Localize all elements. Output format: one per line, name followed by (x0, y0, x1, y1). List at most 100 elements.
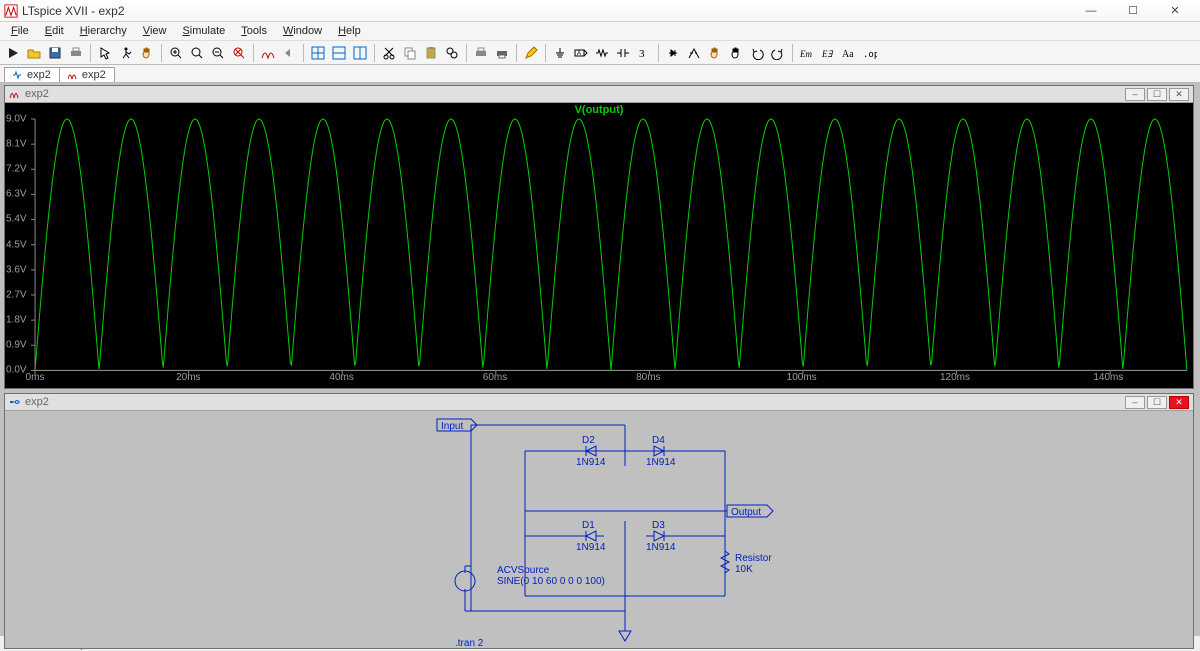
schematic-window: exp2 – ☐ ✕ InputD21N914D41N914D11N914D31… (4, 393, 1194, 649)
toolbar-separator (516, 44, 517, 62)
undo-icon[interactable] (748, 44, 766, 62)
zoom-area-icon[interactable] (188, 44, 206, 62)
x-tick-label: 40ms (329, 372, 353, 383)
waveform-window-titlebar[interactable]: exp2 – ☐ ✕ (5, 86, 1193, 103)
zoom-fit-icon[interactable] (230, 44, 248, 62)
pencil-icon[interactable] (522, 44, 540, 62)
child-close-button[interactable]: ✕ (1169, 88, 1189, 101)
menu-help[interactable]: Help (331, 24, 368, 38)
autoscale-icon[interactable] (259, 44, 277, 62)
menu-tools[interactable]: Tools (234, 24, 274, 38)
schematic-icon (9, 396, 21, 408)
trace-voutput[interactable] (35, 119, 1187, 370)
vsource-name: ACVSource (497, 565, 550, 576)
diode-icon[interactable] (664, 44, 682, 62)
x-tick-label: 20ms (176, 372, 200, 383)
find-icon[interactable] (443, 44, 461, 62)
ground-symbol[interactable] (619, 611, 631, 641)
print-icon[interactable] (67, 44, 85, 62)
menu-edit[interactable]: Edit (38, 24, 71, 38)
save-icon[interactable] (46, 44, 64, 62)
menu-hierarchy[interactable]: Hierarchy (73, 24, 134, 38)
menu-simulate[interactable]: Simulate (175, 24, 232, 38)
toolbar-separator (792, 44, 793, 62)
schematic-icon (13, 70, 23, 80)
svg-text:Input: Input (441, 421, 463, 432)
move-icon[interactable] (706, 44, 724, 62)
document-tab-wfm[interactable]: exp2 (59, 67, 115, 82)
document-tab-sch[interactable]: exp2 (4, 67, 60, 82)
tile-v-icon[interactable] (351, 44, 369, 62)
paste-icon[interactable] (422, 44, 440, 62)
waveform-window-title: exp2 (25, 88, 1125, 100)
resistor-name: Resistor (735, 553, 772, 564)
diode-ref-D4: D4 (652, 435, 665, 446)
minimize-button[interactable]: — (1070, 0, 1112, 22)
zoom-in-icon[interactable] (167, 44, 185, 62)
toolbar: A 3 Em E∃Aa .op (0, 41, 1200, 65)
child-minimize-button[interactable]: – (1125, 88, 1145, 101)
drag-icon[interactable] (727, 44, 745, 62)
svg-text:.op: .op (863, 50, 877, 60)
netlabel-output[interactable]: Output (727, 505, 773, 518)
menu-window[interactable]: Window (276, 24, 329, 38)
pan-icon[interactable] (138, 44, 156, 62)
maximize-button[interactable]: ☐ (1112, 0, 1154, 22)
printer-icon[interactable] (493, 44, 511, 62)
child-close-button[interactable]: ✕ (1169, 396, 1189, 409)
copy-icon[interactable] (401, 44, 419, 62)
spice-directive-icon[interactable]: .op (861, 44, 879, 62)
pick-icon[interactable] (96, 44, 114, 62)
back-icon[interactable] (280, 44, 298, 62)
x-tick-label: 80ms (636, 372, 660, 383)
diode-model-D1: 1N914 (576, 542, 606, 553)
tile-h-icon[interactable] (330, 44, 348, 62)
ground-icon[interactable] (551, 44, 569, 62)
diode-model-D3: 1N914 (646, 542, 676, 553)
open-icon[interactable] (25, 44, 43, 62)
resistor[interactable]: Resistor10K (721, 551, 772, 596)
toolbar-separator (466, 44, 467, 62)
inductor-icon[interactable]: 3 (635, 44, 653, 62)
diode-ref-D1: D1 (582, 520, 595, 531)
voltage-source[interactable]: ACVSourceSINE(0 10 60 0 0 0 100) (455, 425, 605, 611)
waveform-canvas[interactable] (5, 103, 1193, 388)
menu-bar: FileEditHierarchyViewSimulateToolsWindow… (0, 22, 1200, 41)
diode-model-D2: 1N914 (576, 457, 606, 468)
toolbar-separator (253, 44, 254, 62)
schematic-window-titlebar[interactable]: exp2 – ☐ ✕ (5, 394, 1193, 411)
capacitor-icon[interactable] (614, 44, 632, 62)
diode-D1[interactable]: D1 1N914 (576, 520, 606, 553)
child-maximize-button[interactable]: ☐ (1147, 88, 1167, 101)
mirror-icon[interactable]: E∃ (819, 44, 837, 62)
x-tick-label: 120ms (940, 372, 970, 383)
diode-D3[interactable]: D3 1N914 (646, 520, 676, 553)
toolbar-separator (303, 44, 304, 62)
child-maximize-button[interactable]: ☐ (1147, 396, 1167, 409)
close-button[interactable]: ✕ (1154, 0, 1196, 22)
svg-text:3: 3 (639, 48, 645, 60)
menu-file[interactable]: File (4, 24, 36, 38)
svg-text:Output: Output (731, 507, 761, 518)
menu-view[interactable]: View (136, 24, 174, 38)
redo-icon[interactable] (769, 44, 787, 62)
tile-windows-icon[interactable] (309, 44, 327, 62)
diode-ref-D3: D3 (652, 520, 665, 531)
window-title: LTspice XVII - exp2 (22, 4, 1070, 18)
toolbar-separator (658, 44, 659, 62)
resistor-icon[interactable] (593, 44, 611, 62)
label-net-icon[interactable]: A (572, 44, 590, 62)
waveform-plot-area[interactable]: V(output) 0.0V0.9V1.8V2.7V3.6V4.5V5.4V6.… (5, 103, 1193, 388)
component-icon[interactable] (685, 44, 703, 62)
x-tick-label: 0ms (26, 372, 45, 383)
print-setup-icon[interactable] (472, 44, 490, 62)
run-icon[interactable] (4, 44, 22, 62)
child-minimize-button[interactable]: – (1125, 396, 1145, 409)
svg-text:Em: Em (800, 49, 812, 59)
text-icon[interactable]: Aa (840, 44, 858, 62)
zoom-out-icon[interactable] (209, 44, 227, 62)
rotate-icon[interactable]: Em (798, 44, 816, 62)
cut-icon[interactable] (380, 44, 398, 62)
running-man-icon[interactable] (117, 44, 135, 62)
schematic-canvas[interactable]: InputD21N914D41N914D11N914D31N914OutputR… (5, 411, 1193, 648)
